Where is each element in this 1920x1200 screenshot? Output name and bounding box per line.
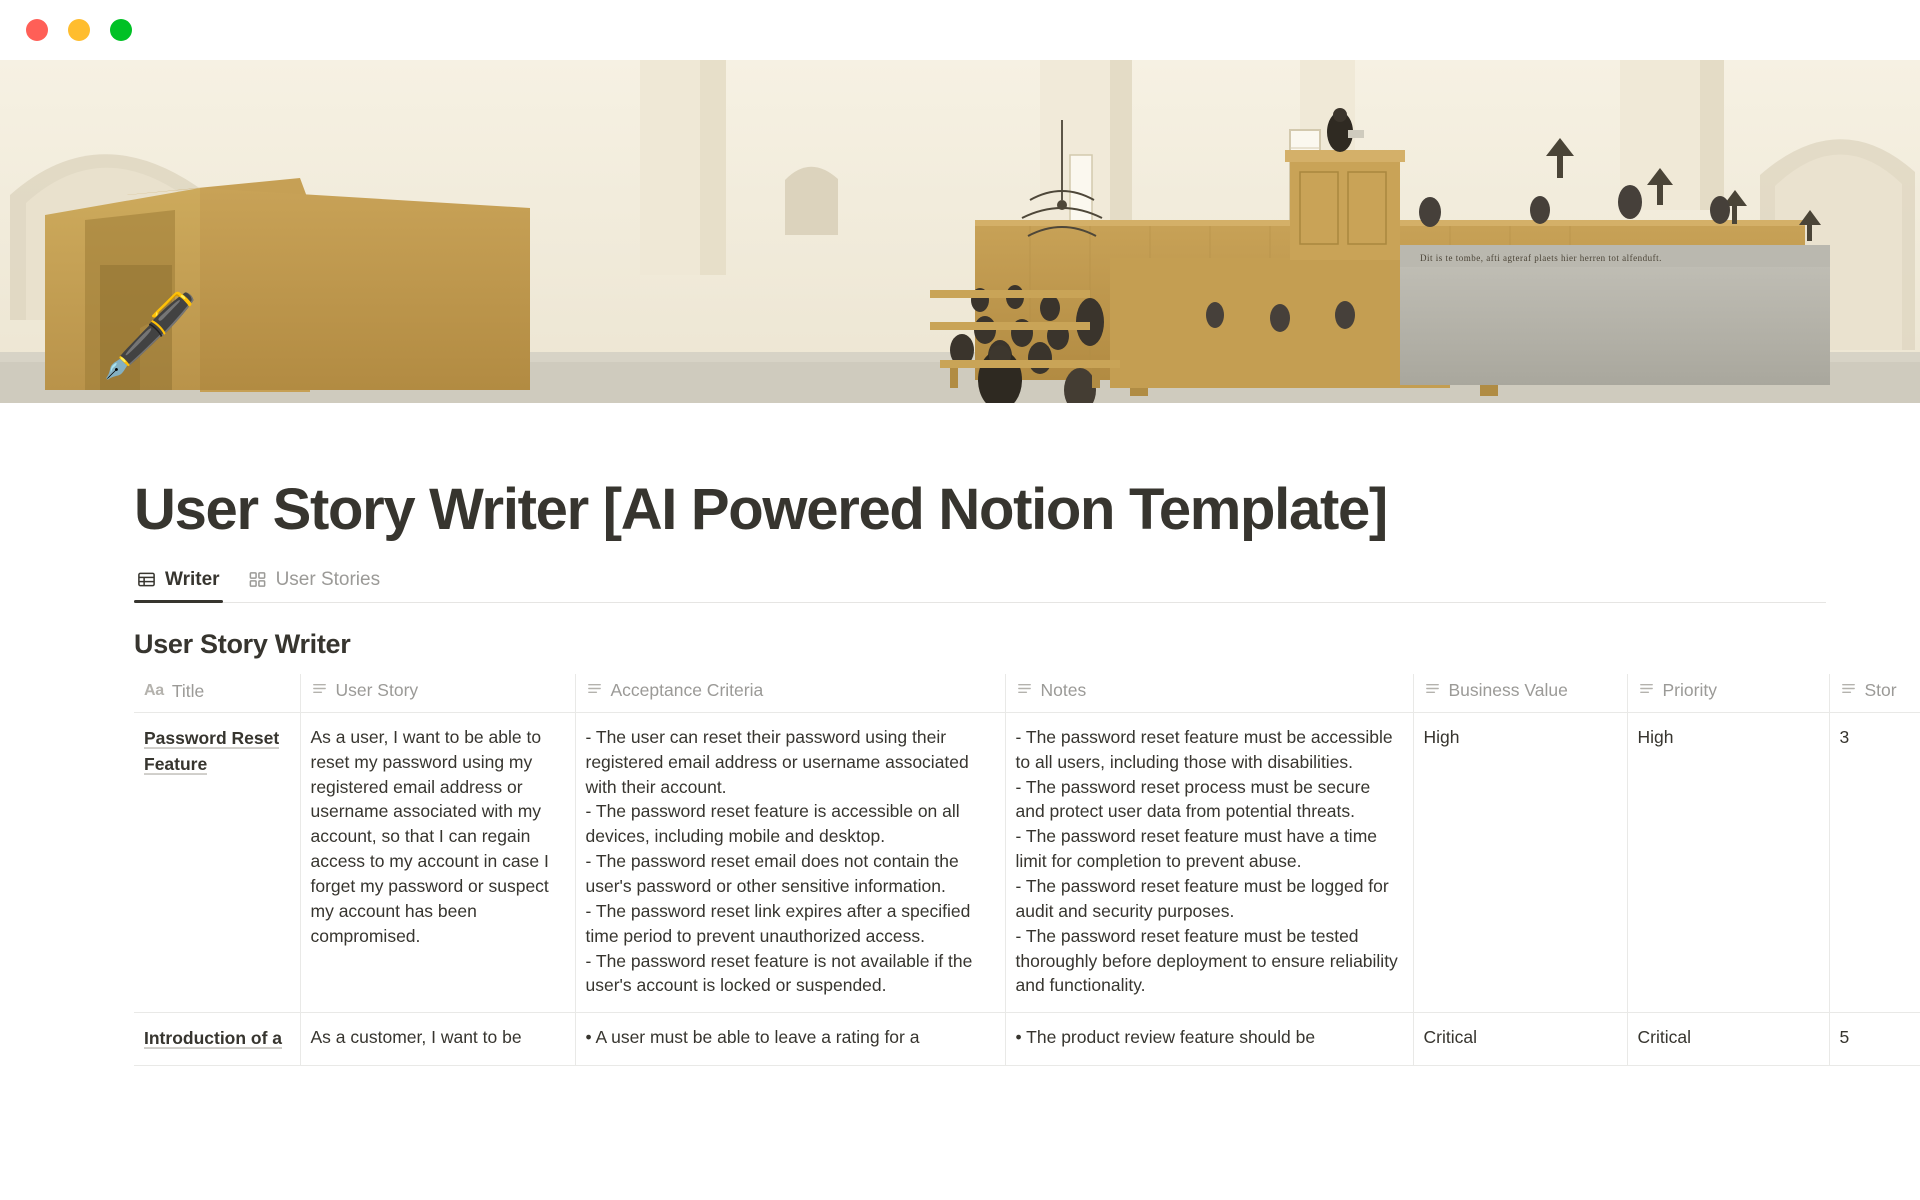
row-title-link[interactable]: Introduction of a [144, 1028, 283, 1050]
page-cover-image[interactable]: Dit is te tombe, afti agteraf plaets hie… [0, 60, 1920, 403]
cell-acceptance-criteria[interactable]: - The user can reset their password usin… [575, 712, 1006, 1014]
column-header-story-points-label: Stor [1864, 680, 1897, 701]
table-header-row: Aa Title User Story Acceptance Criteria … [134, 673, 1920, 713]
cell-story-points[interactable]: 5 [1829, 1012, 1920, 1067]
cell-title[interactable]: Password Reset Feature [134, 712, 301, 1014]
cell-business-value[interactable]: Critical [1413, 1012, 1628, 1067]
page-title[interactable]: User Story Writer [AI Powered Notion Tem… [134, 477, 1920, 543]
column-header-business-value[interactable]: Business Value [1413, 673, 1628, 713]
column-header-priority[interactable]: Priority [1627, 673, 1830, 713]
title-aa-icon: Aa [144, 682, 164, 700]
window-traffic-lights [26, 19, 132, 41]
cell-priority[interactable]: Critical [1627, 1012, 1830, 1067]
cover-artwork: Dit is te tombe, afti agteraf plaets hie… [0, 60, 1920, 403]
column-header-priority-label: Priority [1662, 680, 1717, 701]
column-header-acceptance-criteria-label: Acceptance Criteria [610, 680, 764, 701]
maximize-window-button[interactable] [110, 19, 132, 41]
column-header-notes[interactable]: Notes [1005, 673, 1414, 713]
text-lines-icon [1424, 680, 1441, 702]
column-header-user-story[interactable]: User Story [300, 673, 576, 713]
tab-writer[interactable]: Writer [134, 568, 223, 603]
cell-priority[interactable]: High [1627, 712, 1830, 1014]
cell-user-story[interactable]: As a user, I want to be able to reset my… [300, 712, 576, 1014]
row-title-link[interactable]: Password Reset Feature [144, 727, 280, 776]
column-header-acceptance-criteria[interactable]: Acceptance Criteria [575, 673, 1006, 713]
cell-notes[interactable]: - The password reset feature must be acc… [1005, 712, 1414, 1014]
fountain-pen-emoji-icon[interactable]: 🖋️ [100, 288, 200, 384]
tab-writer-label: Writer [165, 568, 220, 590]
tab-user-stories-label: User Stories [275, 568, 381, 590]
column-header-notes-label: Notes [1040, 680, 1087, 701]
minimize-window-button[interactable] [68, 19, 90, 41]
database-table: Aa Title User Story Acceptance Criteria … [134, 673, 1920, 1067]
cell-title[interactable]: Introduction of a [134, 1012, 301, 1067]
cell-story-points[interactable]: 3 [1829, 712, 1920, 1014]
database-table-container: Aa Title User Story Acceptance Criteria … [134, 673, 1920, 1067]
text-lines-icon [1016, 680, 1033, 702]
gallery-icon [248, 570, 267, 589]
column-header-user-story-label: User Story [335, 680, 419, 701]
table-row[interactable]: Password Reset Feature As a user, I want… [134, 712, 1920, 1014]
cell-business-value[interactable]: High [1413, 712, 1628, 1014]
cell-user-story[interactable]: As a customer, I want to be [300, 1012, 576, 1067]
text-lines-icon [1840, 680, 1857, 702]
column-header-story-points[interactable]: Stor [1829, 673, 1920, 713]
text-lines-icon [586, 680, 603, 702]
table-row[interactable]: Introduction of a As a customer, I want … [134, 1012, 1920, 1067]
text-lines-icon [1638, 680, 1655, 702]
svg-text:Dit is te tombe, afti agteraf: Dit is te tombe, afti agteraf plaets hie… [1420, 253, 1662, 263]
column-header-title-label: Title [171, 680, 205, 701]
table-icon [137, 570, 156, 589]
window-titlebar [0, 0, 1920, 60]
page-content: User Story Writer [AI Powered Notion Tem… [0, 477, 1920, 1067]
tab-user-stories[interactable]: User Stories [245, 569, 384, 602]
close-window-button[interactable] [26, 19, 48, 41]
database-title[interactable]: User Story Writer [134, 629, 1920, 660]
column-header-title[interactable]: Aa Title [134, 673, 301, 713]
column-header-business-value-label: Business Value [1448, 680, 1568, 701]
page-tabs: Writer User Stories [134, 569, 1826, 603]
cell-acceptance-criteria[interactable]: • A user must be able to leave a rating … [575, 1012, 1006, 1067]
text-lines-icon [311, 680, 328, 702]
cell-notes[interactable]: • The product review feature should be [1005, 1012, 1414, 1067]
